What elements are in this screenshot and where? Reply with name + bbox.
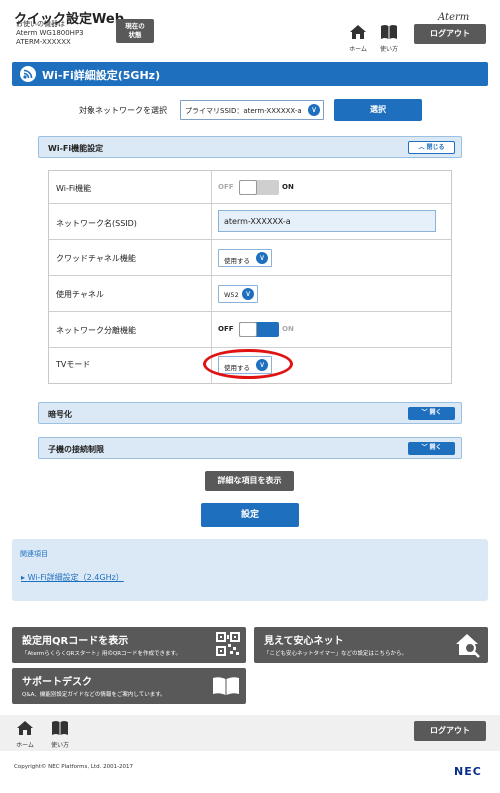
page-title: Wi-Fi詳細設定(5GHz): [42, 69, 161, 82]
house-search-icon: [456, 634, 480, 658]
encryption-section-title: 暗号化: [48, 410, 72, 419]
safety-net-tile[interactable]: 見えて安心ネット 「こども安心ネットタイマー」などの設定はこちらから。: [254, 627, 488, 663]
support-tile-subtitle: Q&A、機能別設定ガイドなどの情報をご案内しています。: [22, 692, 166, 698]
footer-home-link[interactable]: ホーム: [13, 720, 37, 749]
qr-tile-title: 設定用QRコードを表示: [22, 636, 129, 647]
footer-bar: ホーム 使い方 ログアウト: [0, 715, 500, 751]
related-link-label: Wi-Fi詳細設定（2.4GHz）: [27, 573, 124, 582]
qr-code-icon: [216, 632, 240, 656]
row-label: Wi-Fi機能: [56, 184, 92, 193]
current-status-line2: 状態: [128, 31, 142, 39]
support-tile-title: サポートデスク: [22, 677, 92, 688]
support-desk-tile[interactable]: サポートデスク Q&A、機能別設定ガイドなどの情報をご案内しています。: [12, 668, 246, 704]
home-label: ホーム: [349, 46, 367, 53]
encryption-section-header[interactable]: 暗号化 ﹀ 開く: [38, 402, 462, 424]
network-select-label: 対象ネットワークを選択: [79, 106, 167, 115]
row-label: TVモード: [56, 360, 91, 369]
client-limit-section-title: 子機の接続制限: [48, 445, 104, 454]
home-icon: [17, 721, 33, 735]
safety-tile-subtitle: 「こども安心ネットタイマー」などの設定はこちらから。: [264, 651, 408, 657]
encryption-open-label: 開く: [429, 409, 442, 416]
row-label: 使用チャネル: [56, 290, 104, 299]
page-title-bar: Wi-Fi詳細設定(5GHz): [12, 62, 488, 86]
toggle-on-label: ON: [282, 183, 294, 191]
network-select[interactable]: プライマリSSID：aterm-XXXXXX-a ∨: [180, 100, 324, 120]
encryption-open-button[interactable]: ﹀ 開く: [408, 407, 455, 420]
toggle-off-label: OFF: [218, 325, 234, 333]
home-link[interactable]: ホーム: [346, 24, 370, 53]
select-button[interactable]: 選択: [334, 99, 422, 121]
safety-tile-title: 見えて安心ネット: [264, 636, 344, 647]
qr-code-tile[interactable]: 設定用QRコードを表示 「AtermらくらくQRスタート」用のQRコードを作成で…: [12, 627, 246, 663]
chevron-down-icon: ﹀: [421, 444, 428, 451]
apply-button[interactable]: 設定: [201, 503, 299, 527]
logout-button[interactable]: ログアウト: [414, 24, 486, 44]
wifi-section-close-label: 閉じる: [426, 144, 445, 151]
crowded-channel-select[interactable]: 使用する ∨: [218, 249, 272, 267]
network-separation-toggle[interactable]: [239, 322, 279, 337]
client-limit-open-label: 開く: [429, 444, 442, 451]
client-limit-section-header[interactable]: 子機の接続制限 ﹀ 開く: [38, 437, 462, 459]
footer-logout-button[interactable]: ログアウト: [414, 721, 486, 741]
device-ssid: ATERM-XXXXXX: [16, 38, 71, 46]
row-wifi-function: Wi-Fi機能 OFF ON: [49, 171, 451, 204]
wifi-section-close-button[interactable]: ︿ 閉じる: [408, 141, 455, 154]
show-detail-button[interactable]: 詳細な項目を表示: [205, 471, 294, 491]
help-label: 使い方: [379, 46, 398, 53]
row-channel: 使用チャネル W52 ∨: [49, 276, 451, 312]
related-link-wifi-24[interactable]: ▸ Wi-Fi詳細設定（2.4GHz）: [21, 572, 124, 583]
chevron-down-icon: ﹀: [421, 409, 428, 416]
wifi-icon: [20, 66, 36, 82]
wifi-section-header: Wi-Fi機能設定 ︿ 閉じる: [38, 136, 462, 158]
copyright-text: Copyright© NEC Platforms, Ltd. 2001-2017: [14, 764, 134, 770]
row-label: ネットワーク分離機能: [56, 326, 136, 335]
device-model: Aterm WG1800HP3: [16, 29, 84, 37]
toggle-off-label: OFF: [218, 183, 234, 191]
network-select-value: プライマリSSID：aterm-XXXXXX-a: [185, 107, 302, 115]
related-panel: 関連項目 ▸ Wi-Fi詳細設定（2.4GHz）: [12, 539, 488, 601]
footer-help-link[interactable]: 使い方: [48, 720, 72, 749]
wifi-function-toggle[interactable]: [239, 180, 279, 195]
chevron-up-icon: ︿: [418, 144, 425, 151]
current-status-button[interactable]: 現在の 状態: [116, 19, 154, 43]
row-ssid: ネットワーク名(SSID) aterm-XXXXXX-a: [49, 204, 451, 240]
chevron-down-icon: ∨: [308, 104, 320, 116]
footer-home-label: ホーム: [16, 742, 34, 749]
book-icon: [381, 25, 397, 39]
crowded-channel-value: 使用する: [224, 257, 250, 265]
channel-select[interactable]: W52 ∨: [218, 285, 258, 303]
open-book-icon: [213, 677, 239, 695]
help-link[interactable]: 使い方: [377, 24, 401, 53]
client-limit-open-button[interactable]: ﹀ 開く: [408, 442, 455, 455]
current-status-line1: 現在の: [125, 22, 145, 30]
wifi-section-title: Wi-Fi機能設定: [48, 144, 104, 153]
row-label: ネットワーク名(SSID): [56, 219, 137, 228]
footer-help-label: 使い方: [50, 742, 69, 749]
channel-value: W52: [224, 291, 239, 299]
row-network-separation: ネットワーク分離機能 OFF ON: [49, 312, 451, 348]
chevron-down-icon: ∨: [256, 252, 268, 264]
nec-logo: NEC: [454, 765, 482, 778]
toggle-on-label: ON: [282, 325, 294, 333]
related-heading: 関連項目: [20, 550, 48, 558]
home-icon: [350, 25, 366, 39]
row-label: クワッドチャネル機能: [56, 254, 136, 263]
device-label: お使いの機器は: [16, 20, 65, 28]
qr-tile-subtitle: 「AtermらくらくQRスタート」用のQRコードを作成できます。: [22, 651, 181, 657]
row-crowded-channel: クワッドチャネル機能 使用する ∨: [49, 240, 451, 276]
highlight-ellipse: [203, 349, 293, 379]
brand-logo: Aterm: [438, 12, 470, 23]
chevron-down-icon: ∨: [242, 288, 254, 300]
ssid-input[interactable]: aterm-XXXXXX-a: [218, 210, 436, 232]
book-icon: [52, 721, 68, 735]
